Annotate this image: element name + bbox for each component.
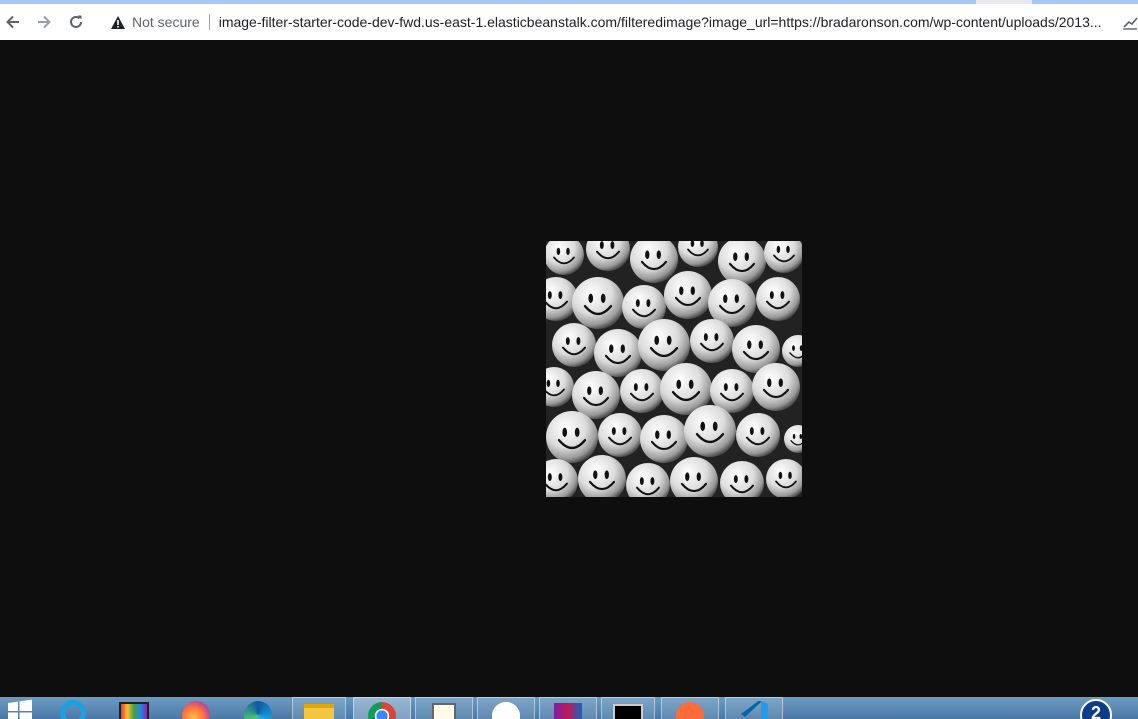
forward-arrow-icon [38,15,51,29]
firefox-icon [182,701,210,719]
taskbar-command-prompt[interactable] [601,697,655,719]
back-button[interactable] [2,11,24,33]
windows-taskbar: 2 [0,697,1138,719]
taskbar-postman[interactable] [661,697,719,719]
tray-badge[interactable]: 2 [1080,699,1112,719]
internet-explorer-icon [60,700,86,719]
taskbar-edge[interactable] [230,697,286,719]
security-label[interactable]: Not secure [132,14,200,30]
taskbar-winrar[interactable] [539,697,597,719]
notepad-plus-plus-icon [432,703,456,719]
address-separator [208,14,210,30]
taskbar-chrome[interactable] [353,697,411,719]
chrome-icon [368,702,396,719]
folder-icon [304,704,334,719]
taskbar-notepad-plus-plus[interactable] [415,697,473,719]
reload-button[interactable] [65,11,87,33]
browser-toolbar: Not secure image-filter-starter-code-dev… [0,4,1138,40]
reload-icon [70,15,82,28]
url-text[interactable]: image-filter-starter-code-dev-fwd.us-eas… [219,14,1115,30]
taskbar-file-explorer[interactable] [292,697,346,719]
postman-icon [676,702,704,719]
trend-icon[interactable] [1122,14,1138,30]
filtered-image [546,241,802,497]
page-content [0,40,1138,697]
vscode-icon [741,701,768,719]
photo-app-icon [119,702,149,719]
winrar-icon [554,703,582,719]
warning-triangle-icon[interactable] [108,12,128,32]
command-prompt-icon [613,704,643,719]
taskbar-firefox[interactable] [168,697,224,719]
taskbar-vscode[interactable] [725,697,783,719]
slack-icon [492,702,520,719]
start-button[interactable] [0,697,40,719]
back-arrow-icon [6,15,19,29]
forward-button[interactable] [33,11,55,33]
address-bar[interactable]: Not secure image-filter-starter-code-dev… [100,7,1138,37]
edge-icon [244,701,272,719]
taskbar-slack[interactable] [477,697,535,719]
taskbar-photo-app[interactable] [106,697,162,719]
windows-logo-icon [8,699,32,719]
taskbar-internet-explorer[interactable] [48,697,98,719]
